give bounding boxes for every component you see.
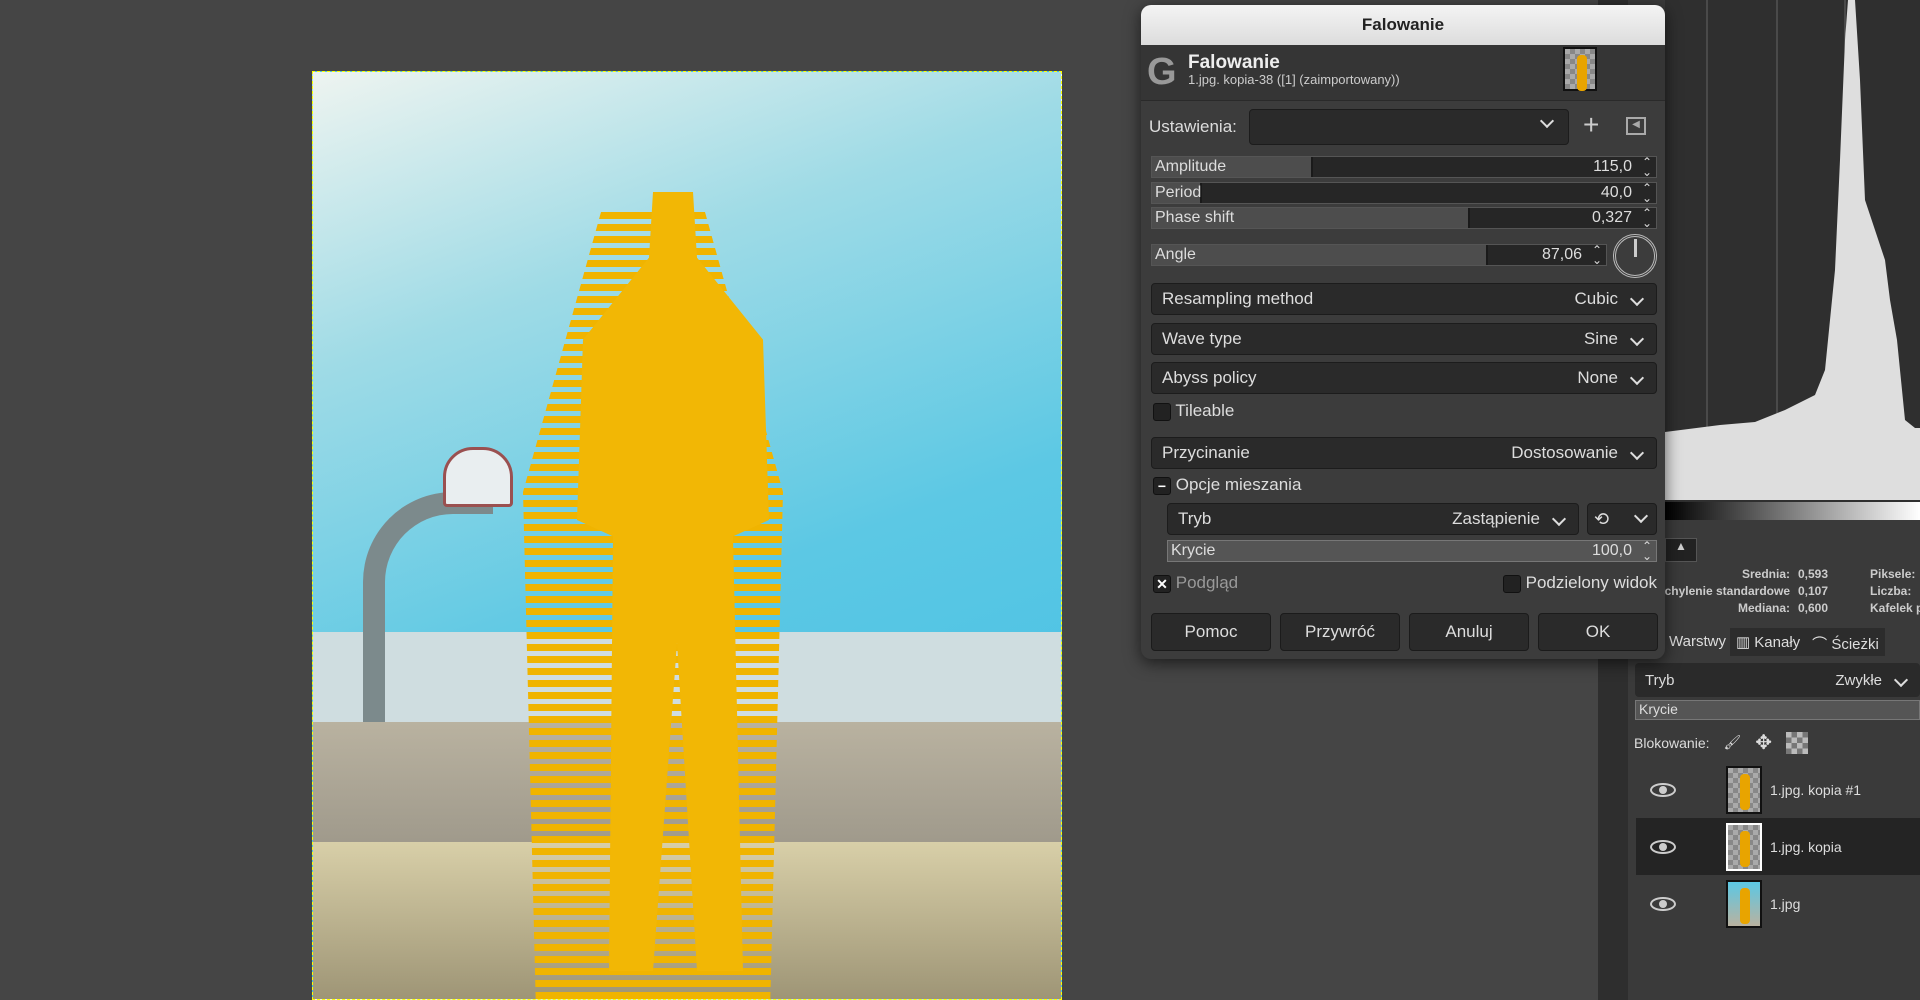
chevron-down-icon [1629, 331, 1645, 347]
reset-arrow-icon: ⟲ [1594, 508, 1610, 529]
gimp-logo-icon: G [1147, 51, 1177, 93]
drawable-thumbnail [1563, 47, 1597, 91]
backboard [443, 447, 513, 507]
tab-paths[interactable]: ⌒ Ścieżki [1806, 628, 1885, 656]
lock-alpha-checker-icon[interactable] [1786, 731, 1809, 754]
layer-opacity-slider[interactable]: Krycie [1635, 700, 1920, 720]
layer-thumbnail [1726, 822, 1762, 871]
spin-arrows-icon[interactable]: ⌃ ⌄ [1642, 207, 1652, 229]
collapse-minus-icon: − [1153, 476, 1171, 495]
phase-shift-slider[interactable]: Phase shift 0,327 ⌃ ⌄ [1151, 207, 1657, 229]
paths-icon: ⌒ [1812, 636, 1832, 653]
lock-pixels-brush-icon[interactable]: 🖌 [1724, 734, 1742, 751]
dialog-header: G Falowanie 1.jpg. kopia-38 ([1] (zaimpo… [1141, 45, 1665, 101]
channels-icon: ▥ [1735, 634, 1755, 651]
chevron-down-icon [1633, 508, 1649, 524]
histogram-stat-labels-right: Piksele:Liczba:Kafelek procent: [1870, 567, 1920, 615]
ok-button[interactable]: OK [1538, 613, 1658, 651]
help-button[interactable]: Pomoc [1151, 613, 1271, 651]
tab-layers[interactable]: Warstwy [1665, 628, 1730, 656]
amplitude-slider[interactable]: Amplitude 115,0 ⌃ ⌄ [1151, 156, 1657, 178]
chevron-down-icon [1893, 672, 1909, 687]
histogram-graph [1665, 0, 1920, 500]
checkbox-checked-icon: ✕ [1153, 574, 1171, 593]
clipping-select[interactable]: Przycinanie Dostosowanie [1151, 437, 1657, 469]
tileable-checkbox[interactable]: Tileable [1153, 401, 1234, 421]
dialog-header-title: Falowanie [1188, 52, 1280, 73]
blend-mode-select[interactable]: Tryb Zastąpienie [1167, 503, 1579, 535]
preview-checkbox[interactable]: ✕ Podgląd [1153, 573, 1238, 593]
spin-arrows-icon[interactable]: ⌃ ⌄ [1642, 540, 1652, 562]
cancel-button[interactable]: Anuluj [1409, 613, 1529, 651]
abyss-policy-select[interactable]: Abyss policy None [1151, 362, 1657, 394]
layer-mode-select[interactable]: Tryb Zwykłe [1635, 663, 1920, 697]
histogram [1665, 0, 1920, 502]
angle-slider[interactable]: Angle 87,06 ⌃ ⌄ [1151, 244, 1607, 266]
split-view-checkbox[interactable]: Podzielony widok [1502, 573, 1657, 593]
reset-button[interactable]: Przywróć [1280, 613, 1400, 651]
dialog-titlebar[interactable]: Falowanie [1141, 5, 1665, 45]
spin-arrows-icon[interactable]: ⌃ ⌄ [1642, 156, 1652, 178]
blend-options-toggle[interactable]: − Opcje mieszania [1153, 475, 1301, 495]
image-canvas[interactable] [312, 71, 1062, 1000]
layer-row-selected[interactable]: 1.jpg. kopia [1636, 818, 1920, 875]
lock-position-move-icon[interactable]: ✥ [1755, 730, 1772, 755]
period-slider[interactable]: Period 40,0 ⌃ ⌄ [1151, 182, 1657, 204]
checkbox-unchecked-icon [1153, 402, 1171, 421]
angle-dial[interactable] [1613, 234, 1657, 278]
histogram-stat-values: 0,593 0,107 0,600 [1798, 567, 1829, 615]
chevron-down-icon [1629, 291, 1645, 307]
ripple-dialog: Falowanie G Falowanie 1.jpg. kopia-38 ([… [1141, 5, 1665, 659]
eye-icon[interactable] [1650, 782, 1676, 797]
chevron-down-icon [1551, 511, 1567, 527]
layer-row[interactable]: 1.jpg [1636, 875, 1920, 932]
opacity-slider[interactable]: Krycie 100,0 ⌃ ⌄ [1167, 540, 1657, 562]
range-spinner[interactable]: ▲ [1665, 538, 1697, 562]
wave-type-select[interactable]: Wave type Sine [1151, 323, 1657, 355]
tab-channels[interactable]: ▥ Kanały [1729, 628, 1807, 656]
settings-label: Ustawienia: [1149, 117, 1237, 136]
add-preset-icon[interactable]: + [1583, 109, 1599, 141]
layer-thumbnail [1726, 879, 1762, 928]
hoop-pole [363, 492, 493, 722]
checkbox-unchecked-icon [1502, 574, 1521, 593]
gradient-bar [1665, 502, 1920, 520]
lock-row: Blokowanie: 🖌 ✥ [1634, 730, 1809, 755]
chevron-down-icon [1539, 113, 1555, 129]
spin-arrows-icon[interactable]: ⌃ ⌄ [1642, 182, 1652, 204]
spin-arrows-icon[interactable]: ⌃ ⌄ [1592, 244, 1602, 266]
layer-row[interactable]: 1.jpg. kopia #1 [1636, 761, 1920, 818]
dialog-header-subtitle: 1.jpg. kopia-38 ([1] (zaimportowany)) [1188, 72, 1400, 87]
chevron-down-icon [1629, 370, 1645, 386]
resampling-method-select[interactable]: Resampling method Cubic [1151, 283, 1657, 315]
chevron-down-icon [1629, 445, 1645, 461]
preset-menu-icon[interactable]: ◀ [1626, 117, 1646, 135]
eye-icon[interactable] [1650, 839, 1676, 854]
layer-thumbnail [1726, 765, 1762, 814]
composite-space-select[interactable]: ⟲ [1587, 503, 1657, 535]
settings-preset-select[interactable] [1249, 109, 1569, 145]
eye-icon[interactable] [1650, 896, 1676, 911]
dock-tabs: Warstwy ▥ Kanały ⌒ Ścieżki [1665, 628, 1885, 656]
